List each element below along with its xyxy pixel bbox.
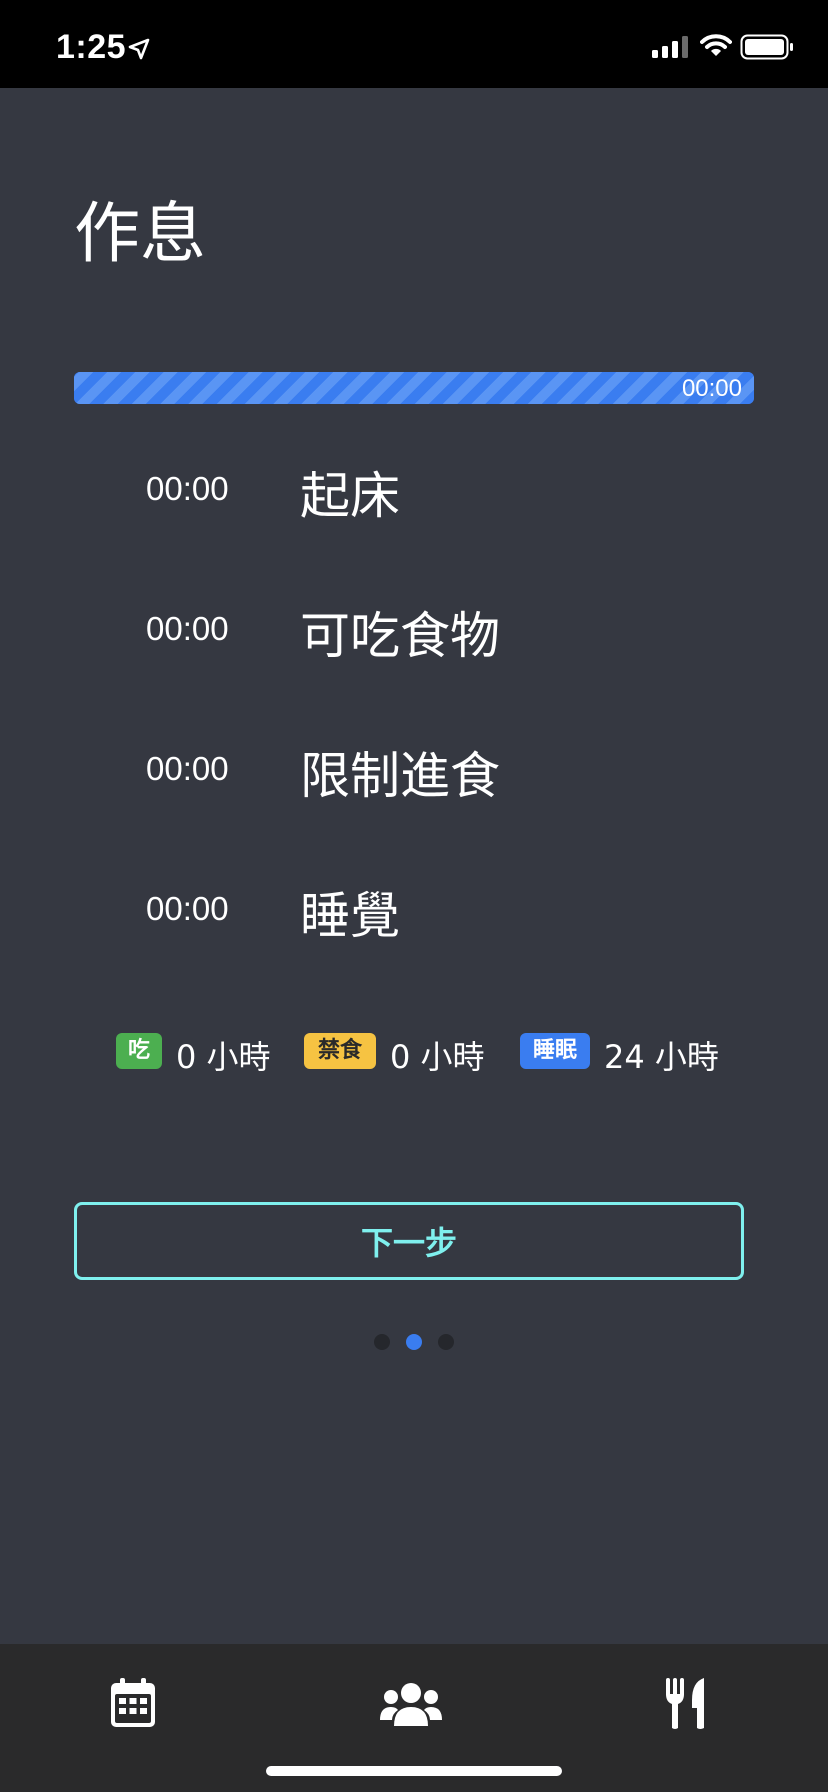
schedule-row-eat[interactable]: 00:00 可吃食物 <box>0 592 828 672</box>
tab-calendar[interactable] <box>110 1678 156 1732</box>
eat-badge: 吃 <box>116 1033 162 1069</box>
battery-icon <box>740 34 793 60</box>
schedule-row-wake[interactable]: 00:00 起床 <box>0 452 828 532</box>
schedule-label: 限制進食 <box>300 747 500 805</box>
schedule-time: 00:00 <box>146 890 229 927</box>
schedule-row-restrict[interactable]: 00:00 限制進食 <box>0 732 828 812</box>
progress-time: 00:00 <box>681 375 742 402</box>
progress-bar-fill <box>74 372 754 404</box>
eat-hours: 0 小時 <box>176 1038 271 1076</box>
status-time: 1:25 <box>56 28 127 66</box>
summary: 吃 0 小時 禁食 0 小時 睡眠 24 小時 <box>0 1030 828 1076</box>
sleep-hours: 24 小時 <box>604 1038 719 1076</box>
tab-meals[interactable] <box>664 1678 708 1734</box>
page-dot-active[interactable] <box>406 1334 422 1350</box>
screen: 1:25 作息 00:00 00:00 起床 00:00 可吃食物 00:00 … <box>0 0 828 1792</box>
page-dot[interactable] <box>374 1334 390 1350</box>
schedule-label: 起床 <box>300 467 400 525</box>
location-arrow-icon <box>128 38 150 60</box>
schedule-row-sleep[interactable]: 00:00 睡覺 <box>0 872 828 952</box>
fast-hours: 0 小時 <box>390 1038 485 1076</box>
schedule-label: 可吃食物 <box>300 607 500 665</box>
next-button[interactable]: 下一步 <box>74 1202 744 1280</box>
tab-users[interactable] <box>380 1682 442 1732</box>
schedule-time: 00:00 <box>146 470 229 507</box>
calendar-icon <box>111 1678 155 1727</box>
signal-icon <box>652 36 688 58</box>
status-bar: 1:25 <box>0 0 828 88</box>
progress-bar: 00:00 <box>74 372 754 404</box>
home-indicator <box>266 1766 562 1776</box>
page-title: 作息 <box>74 195 206 272</box>
schedule-time: 00:00 <box>146 750 229 787</box>
fast-badge: 禁食 <box>304 1033 376 1069</box>
page-dot[interactable] <box>438 1334 454 1350</box>
page-indicator <box>0 1334 828 1350</box>
wifi-icon <box>700 34 732 56</box>
utensils-icon <box>666 1678 704 1729</box>
schedule-time: 00:00 <box>146 610 229 647</box>
users-icon <box>380 1683 442 1726</box>
schedule-label: 睡覺 <box>300 887 400 945</box>
sleep-badge: 睡眠 <box>520 1033 590 1069</box>
